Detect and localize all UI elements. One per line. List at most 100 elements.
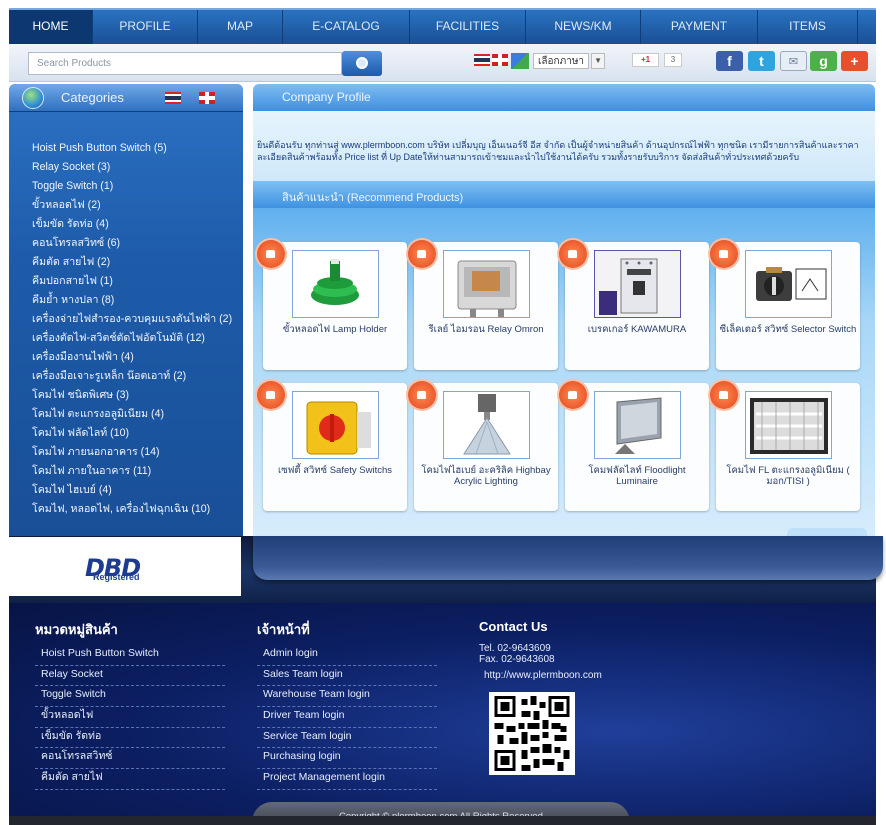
nav-items[interactable]: ITEMS [758, 10, 858, 44]
like-icon [257, 240, 285, 268]
english-flag-icon[interactable] [492, 54, 508, 66]
twitter-icon[interactable]: t [748, 51, 775, 71]
thai-flag-icon[interactable] [165, 92, 181, 104]
footer-category-link[interactable]: Relay Socket [35, 666, 225, 687]
service-team-login-link[interactable]: Service Team login [257, 728, 437, 749]
lamp-holder-image [292, 250, 379, 318]
company-profile-body: ยินดีต้อนรับ ทุกท่านสู่ www.plermboon.co… [253, 111, 875, 181]
main-nav: HOME PROFILE MAP E-CATALOG FACILITIES NE… [9, 8, 876, 44]
nav-news-km[interactable]: NEWS/KM [526, 10, 641, 44]
category-item[interactable]: คีมย้ำ หางปลา (8) [32, 291, 237, 310]
footer-category-link[interactable]: เข็มขัด รัดท่อ [35, 728, 225, 749]
category-item[interactable]: เครื่องจ่ายไฟสำรอง-ควบคุมแรงดันไฟฟ้า (2) [32, 310, 237, 329]
category-item[interactable]: ขั้วหลอดไฟ (2) [32, 196, 237, 215]
category-list: Hoist Push Button Switch (5) Relay Socke… [32, 139, 237, 519]
like-icon [257, 381, 285, 409]
category-item[interactable]: เครื่องมืองานไฟฟ้า (4) [32, 348, 237, 367]
footer-category-list: Hoist Push Button Switch Relay Socket To… [35, 645, 225, 790]
breaker-image [594, 250, 681, 318]
nav-payment[interactable]: PAYMENT [641, 10, 758, 44]
category-item[interactable]: เครื่องมือเจาะรูเหล็ก น๊อตเอาท์ (2) [32, 367, 237, 386]
category-item[interactable]: คีมตัด สายไฟ (2) [32, 253, 237, 272]
recommend-header: สินค้าแนะนำ (Recommend Products) [253, 181, 875, 208]
nav-home[interactable]: HOME [9, 10, 93, 44]
nav-e-catalog[interactable]: E-CATALOG [283, 10, 410, 44]
footer-category-link[interactable]: Toggle Switch [35, 686, 225, 708]
footer-staff-title: เจ้าหน้าที่ [257, 622, 310, 637]
english-flag-icon[interactable] [199, 92, 215, 104]
category-item[interactable]: Relay Socket (3) [32, 158, 237, 177]
nav-facilities[interactable]: FACILITIES [410, 10, 526, 44]
google-translate-icon [511, 53, 529, 69]
driver-team-login-link[interactable]: Driver Team login [257, 707, 437, 728]
category-item[interactable]: โคมไฟ, หลอดไฟ, เครื่องไฟฉุกเฉิน (10) [32, 500, 237, 519]
selector-switch-image [745, 250, 832, 318]
email-icon[interactable]: ✉ [780, 51, 807, 71]
category-item[interactable]: เครื่องตัดไฟ-สวิตช์ตัดไฟอัตโนมัติ (12) [32, 329, 237, 348]
category-item[interactable]: โคมไฟ ภายนอกอาคาร (14) [32, 443, 237, 462]
product-card[interactable]: เบรคเกอร์ KAWAMURA [559, 240, 709, 370]
product-name: โคมฟลัดไลท์ Floodlight Luminaire [588, 465, 686, 487]
contact-fax: Fax. 02-9643608 [479, 654, 555, 665]
footer-category-link[interactable]: คีมตัด สายไฟ [35, 769, 225, 790]
product-card[interactable]: เซฟตี้ สวิทซ์ Safety Switchs [257, 381, 407, 511]
language-selector[interactable]: เลือกภาษา ▼ [511, 52, 606, 70]
category-item[interactable]: โคมไฟ ไฮเบย์ (4) [32, 481, 237, 500]
relay-image [443, 250, 530, 318]
language-select-label: เลือกภาษา [533, 53, 590, 69]
like-icon [710, 381, 738, 409]
category-item[interactable]: เข็มขัด รัดท่อ (4) [32, 215, 237, 234]
product-card[interactable]: โคมไฟ FL ตะแกรงอลูมิเนียม ( มอก/TISI ) [710, 381, 860, 511]
facebook-icon[interactable]: f [716, 51, 743, 71]
thai-flag-icon[interactable] [474, 54, 490, 66]
product-name: ซีเล็คเตอร์ สวิทซ์ Selector Switch [719, 324, 857, 335]
category-item[interactable]: คอนโทรลสวิทซ์ (6) [32, 234, 237, 253]
chevron-down-icon: ▼ [591, 53, 606, 69]
product-name: ขั้วหลอดไฟ Lamp Holder [282, 324, 388, 335]
search-input[interactable] [28, 52, 342, 75]
footer-category-link[interactable]: Hoist Push Button Switch [35, 645, 225, 666]
admin-login-link[interactable]: Admin login [257, 645, 437, 666]
nav-profile[interactable]: PROFILE [93, 10, 198, 44]
footer-category-link[interactable]: คอนโทรลสวิทซ์ [35, 748, 225, 770]
nav-map[interactable]: MAP [198, 10, 283, 44]
like-icon [559, 381, 587, 409]
warehouse-team-login-link[interactable]: Warehouse Team login [257, 686, 437, 708]
category-item[interactable]: Hoist Push Button Switch (5) [32, 139, 237, 158]
project-management-login-link[interactable]: Project Management login [257, 769, 437, 790]
search-button[interactable] [342, 51, 382, 76]
highbay-image [443, 391, 530, 459]
like-icon [559, 240, 587, 268]
category-item[interactable]: Toggle Switch (1) [32, 177, 237, 196]
category-item[interactable]: โคมไฟ ตะแกรงอลูมิเนียม (4) [32, 405, 237, 424]
categories-sidebar: Categories Hoist Push Button Switch (5) … [9, 84, 243, 536]
category-item[interactable]: โคมไฟ ชนิดพิเศษ (3) [32, 386, 237, 405]
plus-one-count: 3 [664, 53, 682, 67]
product-card[interactable]: รีเลย์ ไอมรอน Relay Omron [408, 240, 558, 370]
company-profile-text: ยินดีต้อนรับ ทุกท่านสู่ www.plermboon.co… [257, 140, 859, 162]
contact-website-link[interactable]: http://www.plermboon.com [479, 670, 602, 681]
share-plus-icon[interactable]: + [841, 51, 868, 71]
footer-category-link[interactable]: ขั้วหลอดไฟ [35, 707, 225, 728]
bottom-strip [9, 816, 876, 825]
search-bar [9, 44, 876, 82]
product-card[interactable]: โคมฟลัดไลท์ Floodlight Luminaire [559, 381, 709, 511]
category-item[interactable]: โคมไฟ ฟลัดไลท์ (10) [32, 424, 237, 443]
category-item[interactable]: คีมปอกสายไฟ (1) [32, 272, 237, 291]
product-card[interactable]: โคมไฟไฮเบย์ อะคริลิค Highbay Acrylic Lig… [408, 381, 558, 511]
purchasing-login-link[interactable]: Purchasing login [257, 748, 437, 770]
product-name: โคมไฟไฮเบย์ อะคริลิค Highbay Acrylic Lig… [421, 465, 551, 487]
google-plus-one-button[interactable]: +1 [632, 53, 659, 67]
like-icon [408, 240, 436, 268]
product-card[interactable]: ซีเล็คเตอร์ สวิทซ์ Selector Switch [710, 240, 860, 370]
sales-team-login-link[interactable]: Sales Team login [257, 666, 437, 687]
like-icon [408, 381, 436, 409]
footer: หมวดหมู่สินค้า Hoist Push Button Switch … [9, 603, 876, 816]
product-card[interactable]: ขั้วหลอดไฟ Lamp Holder [257, 240, 407, 370]
google-plus-icon[interactable]: g [810, 51, 837, 71]
dbd-registered-badge[interactable]: DBD Registered [9, 537, 241, 596]
recommend-products: ขั้วหลอดไฟ Lamp Holder รีเลย์ ไอมรอน Rel… [253, 208, 875, 536]
floodlight-image [594, 391, 681, 459]
footer-staff-list: Admin login Sales Team login Warehouse T… [257, 645, 437, 790]
category-item[interactable]: โคมไฟ ภายในอาคาร (11) [32, 462, 237, 481]
